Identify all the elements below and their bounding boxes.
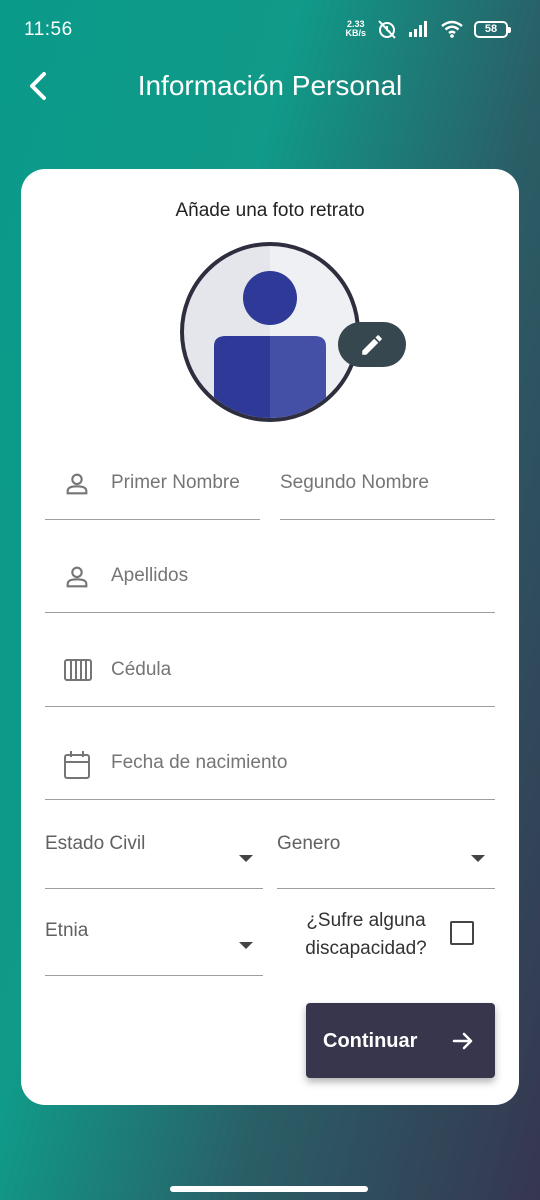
personal-info-card: Añade una foto retrato Primer Nombre Seg… bbox=[21, 169, 519, 1105]
birthdate-placeholder: Fecha de nacimiento bbox=[111, 752, 288, 773]
id-number-field[interactable]: Cédula bbox=[45, 643, 495, 707]
photo-label: Añade una foto retrato bbox=[175, 200, 365, 221]
wifi-icon bbox=[441, 20, 463, 38]
ethnicity-dropdown[interactable]: Etnia bbox=[45, 912, 263, 976]
disability-checkbox[interactable] bbox=[450, 921, 474, 945]
id-number-placeholder: Cédula bbox=[111, 659, 172, 680]
status-time: 11:56 bbox=[24, 19, 73, 40]
marital-status-dropdown[interactable]: Estado Civil bbox=[45, 825, 263, 889]
barcode-icon bbox=[64, 659, 92, 681]
first-name-placeholder: Primer Nombre bbox=[111, 472, 240, 493]
signal-icon bbox=[409, 21, 427, 37]
continue-button[interactable]: Continuar bbox=[306, 1003, 495, 1078]
page-title: Información Personal bbox=[137, 70, 403, 101]
marital-status-label: Estado Civil bbox=[45, 833, 146, 854]
edit-photo-button[interactable] bbox=[338, 322, 406, 367]
gender-label: Genero bbox=[277, 833, 341, 854]
calendar-icon bbox=[64, 751, 90, 779]
second-name-placeholder: Segundo Nombre bbox=[280, 472, 429, 493]
triangle-down-icon bbox=[239, 855, 253, 862]
second-name-field[interactable]: Segundo Nombre bbox=[280, 456, 495, 520]
last-names-field[interactable]: Apellidos bbox=[45, 549, 495, 613]
alarm-off-icon bbox=[378, 20, 396, 39]
triangle-down-icon bbox=[239, 942, 253, 949]
network-speed: 2.33 KB/s bbox=[345, 20, 366, 38]
triangle-down-icon bbox=[471, 855, 485, 862]
ethnicity-label: Etnia bbox=[45, 920, 89, 941]
status-icons: 2.33 KB/s 58 bbox=[345, 19, 511, 39]
last-names-placeholder: Apellidos bbox=[111, 565, 189, 586]
arrow-right-icon bbox=[452, 1032, 473, 1050]
status-bar: 11:56 2.33 KB/s 58 bbox=[0, 0, 540, 60]
battery-icon: 58 bbox=[474, 20, 511, 38]
avatar[interactable] bbox=[180, 242, 360, 422]
disability-label: ¿Sufre alguna discapacidad? bbox=[305, 910, 427, 959]
first-name-field[interactable]: Primer Nombre bbox=[45, 456, 260, 520]
person-icon bbox=[66, 566, 88, 588]
gesture-nav-bar[interactable] bbox=[170, 1186, 368, 1192]
pencil-icon bbox=[362, 334, 382, 355]
continue-label: Continuar bbox=[323, 1030, 418, 1052]
network-speed-unit: KB/s bbox=[345, 28, 366, 38]
birthdate-field[interactable]: Fecha de nacimiento bbox=[45, 736, 495, 800]
gender-dropdown[interactable]: Genero bbox=[277, 825, 495, 889]
header: Información Personal bbox=[0, 60, 540, 112]
avatar-placeholder-icon bbox=[214, 271, 326, 418]
person-icon bbox=[66, 473, 88, 495]
